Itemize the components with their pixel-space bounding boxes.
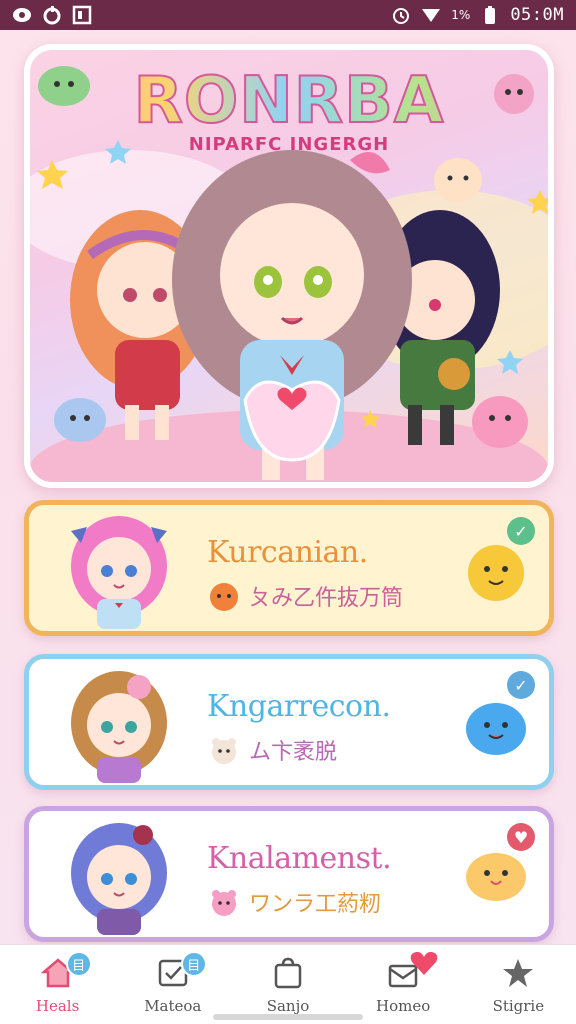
card-title: Kurcanian. xyxy=(207,535,368,570)
bear-icon xyxy=(212,738,236,764)
nav-label: Sanjo xyxy=(266,997,310,1015)
sync-icon xyxy=(42,5,62,25)
card-subtitle: ワンラ工葯籾 xyxy=(249,892,382,917)
card-subtitle-row: ワンラ工葯籾 xyxy=(207,885,381,919)
card-subtitle: ム卞袤脱 xyxy=(249,740,338,765)
mascot-bun xyxy=(434,158,482,202)
alarm-icon xyxy=(391,5,411,25)
avatar xyxy=(71,516,167,629)
nav-badge: 目 xyxy=(65,951,92,977)
gallery-icon xyxy=(72,5,92,25)
blob-mascot-icon xyxy=(466,703,526,755)
nav-label: Heals xyxy=(35,997,80,1015)
messenger-icon xyxy=(12,5,32,25)
card-title: Knalamenst. xyxy=(207,841,392,876)
wifi-icon xyxy=(421,5,441,25)
heart-icon xyxy=(410,951,438,975)
character-card-kurcanian[interactable]: Kurcanian. ㄆみ乙仵抜万筒 ✓ xyxy=(24,500,554,636)
battery-icon xyxy=(480,5,500,25)
bottom-nav: 目 Heals 目 Mateoa Sanjo Homeo Stigrie xyxy=(0,944,576,1024)
sun-mascot-icon xyxy=(468,545,524,601)
hero-banner[interactable]: RONRBA NIPARFC INGERGH xyxy=(24,44,554,488)
nav-label: Stigrie xyxy=(492,997,545,1015)
star-icon xyxy=(500,955,536,991)
fox-icon xyxy=(210,583,238,611)
card-subtitle-row: ム卞袤脱 xyxy=(207,733,337,767)
character-card-kngarrecon[interactable]: Kngarrecon. ム卞袤脱 ✓ xyxy=(24,654,554,790)
avatar xyxy=(71,823,167,935)
pig-icon xyxy=(212,890,236,916)
nav-label: Mateoa xyxy=(144,997,202,1015)
nav-item-homeo[interactable]: Homeo xyxy=(353,951,453,1015)
nav-item-stigrie[interactable]: Stigrie xyxy=(468,955,568,1015)
card-subtitle: ㄆみ乙仵抜万筒 xyxy=(249,586,404,611)
check-badge-icon: ✓ xyxy=(507,671,535,699)
nav-item-mateoa[interactable]: 目 Mateoa xyxy=(123,951,223,1015)
card-title: Kngarrecon. xyxy=(207,689,391,724)
nav-label: Homeo xyxy=(376,997,431,1015)
avatar xyxy=(71,671,167,783)
nav-item-heals[interactable]: 目 Heals xyxy=(8,951,108,1015)
mascot-bottom-left xyxy=(54,398,106,442)
card-subtitle-row: ㄆみ乙仵抜万筒 xyxy=(207,579,403,613)
nav-item-sanjo[interactable]: Sanjo xyxy=(238,955,338,1015)
battery-percent: 1% xyxy=(451,8,471,22)
character-card-knalamenst[interactable]: Knalamenst. ワンラ工葯籾 ♥ xyxy=(24,806,554,942)
heart-badge-icon: ♥ xyxy=(507,823,535,851)
check-badge-icon: ✓ xyxy=(507,517,535,545)
home-indicator[interactable] xyxy=(213,1014,363,1020)
status-bar: 1% 05:0M xyxy=(0,0,576,30)
nav-badge: 目 xyxy=(180,951,207,977)
hero-subtitle: NIPARFC INGERGH xyxy=(188,134,390,155)
clock: 05:0M xyxy=(510,5,564,25)
mascot-bottom-right xyxy=(472,396,528,448)
bubble-mascot-icon xyxy=(466,853,526,901)
hero-title: RONRBA xyxy=(30,63,548,139)
bag-icon xyxy=(270,955,306,991)
